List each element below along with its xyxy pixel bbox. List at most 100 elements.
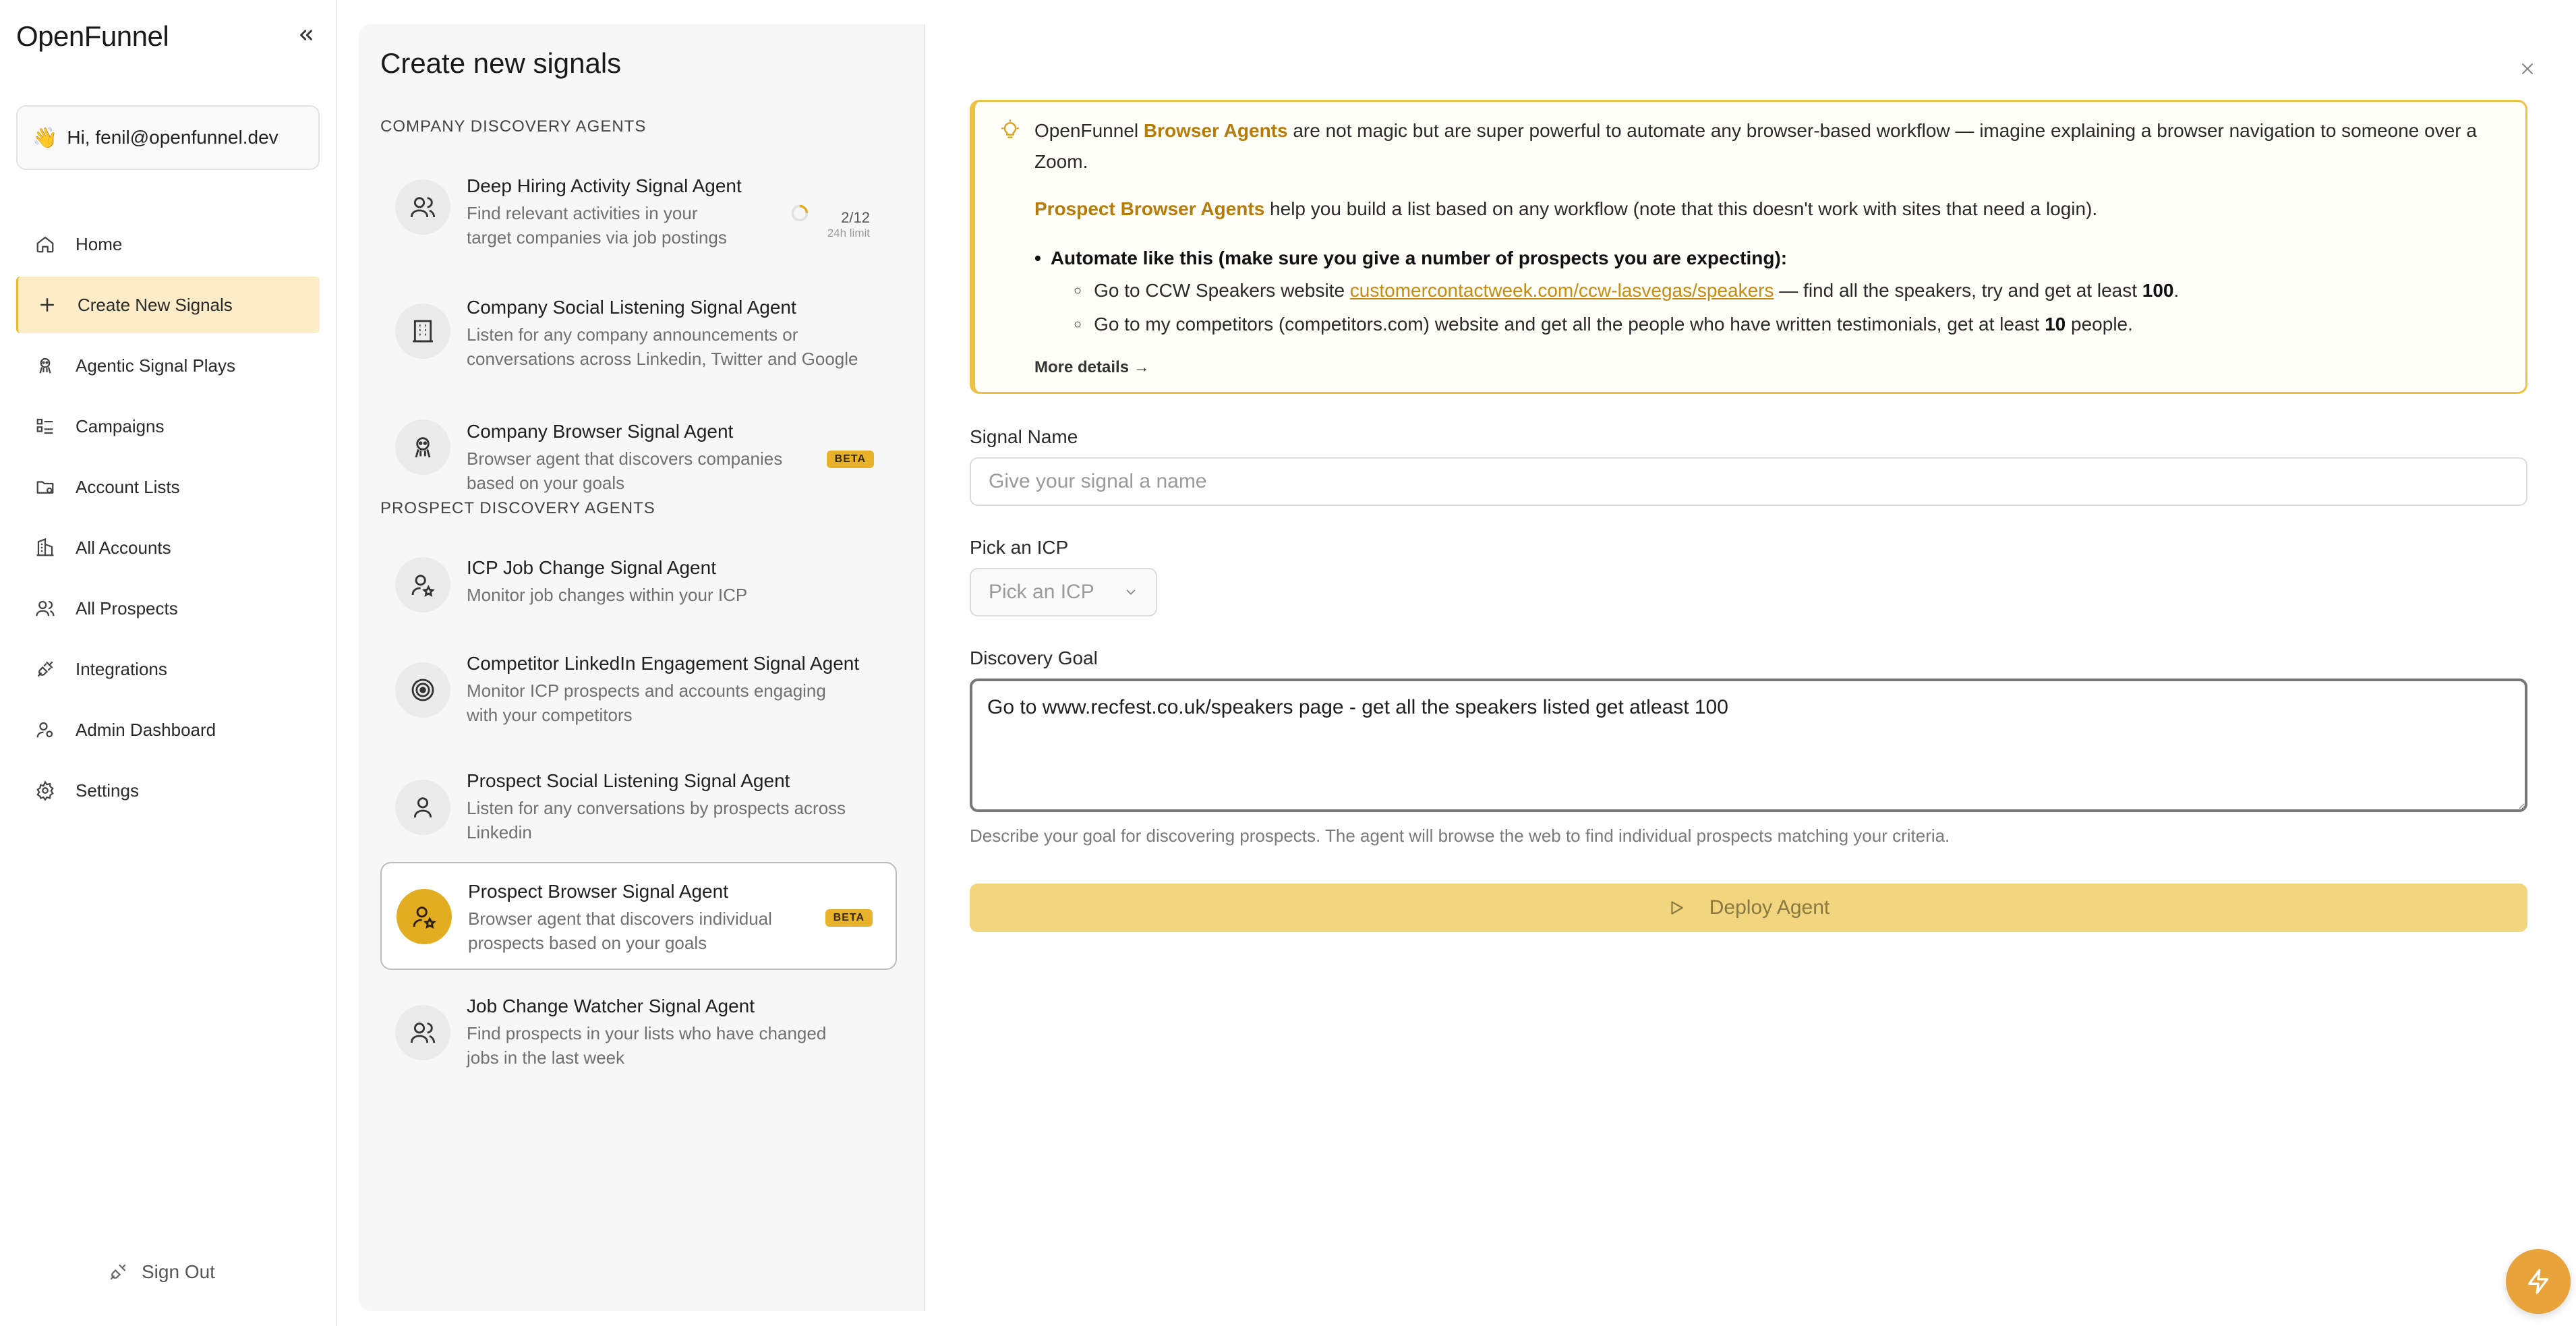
home-icon (34, 233, 57, 256)
sidebar-item-home[interactable]: Home (16, 216, 320, 272)
user-star-icon (397, 889, 452, 944)
sidebar: OpenFunnel 👋 Hi, fenil@openfunnel.dev Ho… (0, 0, 337, 1326)
users-icon (34, 597, 57, 620)
user-greeting-text: Hi, fenil@openfunnel.dev (67, 127, 279, 148)
info-bullet: Automate like this (make sure you give a… (1034, 248, 1787, 269)
agent-desc-line-2: target companies via job postings (467, 227, 727, 248)
sidebar-item-label: Admin Dashboard (76, 719, 216, 740)
users-icon (395, 1005, 450, 1060)
prospect-browser-agents-highlight: Prospect Browser Agents (1034, 198, 1265, 219)
agent-name: Competitor LinkedIn Engagement Signal Ag… (467, 653, 860, 674)
target-icon (395, 662, 450, 718)
sidebar-item-admin-dashboard[interactable]: Admin Dashboard (16, 701, 320, 758)
building-icon (34, 536, 57, 559)
play-icon (1668, 899, 1685, 917)
icp-select[interactable]: Pick an ICP (970, 568, 1157, 616)
agent-desc-line-1: Listen for any conversations by prospect… (467, 798, 846, 818)
signal-name-label: Signal Name (970, 426, 1078, 447)
quick-action-button[interactable] (2506, 1249, 2571, 1314)
sidebar-item-label: All Accounts (76, 537, 171, 558)
info-text: Go to CCW Speakers website (1094, 280, 1350, 301)
agent-desc-line-2: Linkedin (467, 822, 532, 842)
lightning-icon (2528, 1269, 2548, 1294)
wave-hand-icon: 👋 (32, 126, 58, 149)
plug-icon (34, 658, 57, 681)
sign-out-label: Sign Out (142, 1261, 215, 1282)
robot-icon (34, 354, 57, 377)
info-paragraph-2: Prospect Browser Agents help you build a… (1034, 194, 2097, 225)
limit-value: 2/12 (841, 209, 870, 226)
deploy-agent-label: Deploy Agent (1709, 896, 1830, 919)
folder-icon (34, 475, 57, 498)
agent-name: Company Social Listening Signal Agent (467, 297, 796, 318)
agent-card-competitor-linkedin[interactable]: Competitor LinkedIn Engagement Signal Ag… (380, 639, 897, 741)
info-text: help you build a list based on any workf… (1264, 198, 2098, 219)
user-greeting[interactable]: 👋 Hi, fenil@openfunnel.dev (16, 105, 320, 170)
agent-desc-line-1: Find relevant activities in your (467, 203, 698, 223)
info-sub-bullet-1: Go to CCW Speakers website customerconta… (1074, 280, 2179, 301)
sidebar-item-create-new-signals[interactable]: Create New Signals (16, 277, 320, 333)
agent-card-prospect-social-listening[interactable]: Prospect Social Listening Signal Agent L… (380, 757, 897, 858)
admin-user-icon (34, 718, 57, 741)
info-text: Go to my competitors (competitors.com) w… (1094, 314, 2045, 335)
collapse-sidebar-button[interactable] (291, 20, 321, 50)
agent-desc-line-1: Monitor job changes within your ICP (467, 585, 748, 605)
sidebar-item-campaigns[interactable]: Campaigns (16, 398, 320, 455)
agent-name: Job Change Watcher Signal Agent (467, 996, 755, 1016)
limit-label: 24h limit (827, 227, 870, 239)
info-sub-bullet-2: Go to my competitors (competitors.com) w… (1074, 314, 2133, 335)
sidebar-item-label: All Prospects (76, 598, 178, 618)
sidebar-item-agentic-signal-plays[interactable]: Agentic Signal Plays (16, 337, 320, 394)
sidebar-item-label: Home (76, 233, 123, 254)
sidebar-item-integrations[interactable]: Integrations (16, 641, 320, 697)
discovery-goal-textarea[interactable]: Go to www.recfest.co.uk/speakers page - … (970, 679, 2527, 812)
agent-desc-line-1: Browser agent that discovers companies (467, 449, 783, 469)
info-text: — find all the speakers, try and get at … (1774, 280, 2142, 301)
double-chevron-left-icon (300, 30, 312, 40)
chevron-down-icon (1126, 589, 1136, 596)
info-text: Zoom. (1034, 151, 1088, 172)
robot-icon (395, 420, 450, 475)
sidebar-item-all-prospects[interactable]: All Prospects (16, 580, 320, 637)
sidebar-item-label: Integrations (76, 658, 167, 679)
info-text: OpenFunnel (1034, 120, 1144, 141)
sidebar-nav: Home Create New Signals Agentic Signal P… (16, 216, 320, 823)
gear-icon (34, 779, 57, 802)
agent-card-prospect-browser[interactable]: Prospect Browser Signal Agent Browser ag… (380, 862, 897, 970)
beta-badge: BETA (825, 909, 873, 927)
agent-name: Company Browser Signal Agent (467, 421, 734, 442)
deploy-agent-button[interactable]: Deploy Agent (970, 884, 2527, 932)
sidebar-item-settings[interactable]: Settings (16, 762, 320, 819)
prospect-section-label: PROSPECT DISCOVERY AGENTS (380, 499, 655, 517)
agent-card-job-change-watcher[interactable]: Job Change Watcher Signal Agent Find pro… (380, 982, 897, 1083)
info-number: 100 (2142, 280, 2174, 301)
sidebar-item-all-accounts[interactable]: All Accounts (16, 519, 320, 576)
agents-panel: Create new signals COMPANY DISCOVERY AGE… (359, 24, 925, 1311)
more-details-link[interactable]: More details → (1034, 358, 1150, 377)
building-icon (395, 304, 450, 359)
sign-out-button[interactable]: Sign Out (108, 1261, 215, 1283)
agent-desc-line-1: Browser agent that discovers individual (468, 909, 772, 929)
info-text: are not magic but are super powerful to … (1287, 120, 2477, 141)
agent-name: Prospect Social Listening Signal Agent (467, 770, 790, 791)
daily-limit: 2/12 24h limit (827, 209, 870, 240)
agent-card-company-social-listening[interactable]: Company Social Listening Signal Agent Li… (380, 281, 897, 382)
icp-label: Pick an ICP (970, 537, 1069, 558)
company-section-label: COMPANY DISCOVERY AGENTS (380, 117, 647, 136)
agent-card-deep-hiring[interactable]: Deep Hiring Activity Signal Agent Find r… (380, 163, 897, 264)
signal-name-input[interactable] (970, 457, 2527, 506)
info-text: people. (2066, 314, 2133, 335)
sidebar-item-label: Agentic Signal Plays (76, 355, 236, 376)
agent-card-icp-job-change[interactable]: ICP Job Change Signal Agent Monitor job … (380, 544, 897, 625)
close-button[interactable] (2514, 55, 2541, 82)
ccw-speakers-link[interactable]: customercontactweek.com/ccw-lasvegas/spe… (1350, 280, 1774, 301)
agent-name: Deep Hiring Activity Signal Agent (467, 175, 742, 196)
info-callout: OpenFunnel Browser Agents are not magic … (970, 100, 2527, 394)
plus-icon (36, 293, 59, 316)
info-paragraph-1: OpenFunnel Browser Agents are not magic … (1034, 115, 2505, 177)
agent-card-company-browser[interactable]: Company Browser Signal Agent Browser age… (380, 397, 897, 498)
agent-desc-line-2: conversations across Linkedin, Twitter a… (467, 349, 858, 369)
list-icon (34, 415, 57, 438)
sidebar-item-account-lists[interactable]: Account Lists (16, 459, 320, 515)
sidebar-item-label: Create New Signals (78, 294, 233, 315)
